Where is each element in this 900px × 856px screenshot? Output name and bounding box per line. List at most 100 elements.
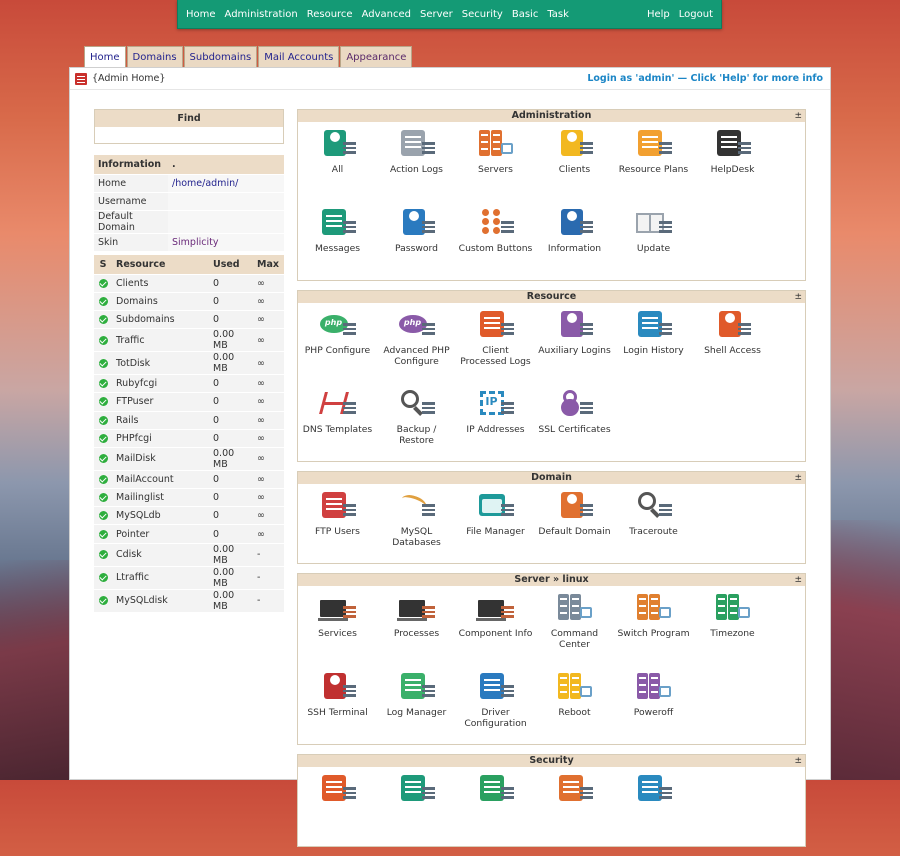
collapse-toggle-icon[interactable]: ± (794, 574, 802, 586)
resource-used: 0.00 MB (209, 543, 253, 567)
item-label: Component Info (458, 628, 533, 639)
item-services[interactable]: Services (298, 586, 377, 665)
item-information[interactable]: Information (535, 201, 614, 280)
resource-row: MailDisk 0.00 MB ∞ (94, 447, 284, 471)
resource-used: 0 (209, 374, 253, 394)
item-backup-restore[interactable]: Backup / Restore (377, 382, 456, 461)
item-auxiliary-logins[interactable]: Auxiliary Logins (535, 303, 614, 382)
item-security-2[interactable] (377, 767, 456, 846)
resource-row: Domains 0 ∞ (94, 292, 284, 311)
item-reboot[interactable]: Reboot (535, 665, 614, 744)
section-header: Domain ± (298, 472, 805, 484)
item-all-users[interactable]: All (298, 122, 377, 201)
item-processes[interactable]: Processes (377, 586, 456, 665)
item-ip-addresses[interactable]: IP IP Addresses (456, 382, 535, 461)
resource-max: - (253, 543, 284, 567)
nav-help[interactable]: Help (647, 9, 670, 20)
item-log-manager[interactable]: Log Manager (377, 665, 456, 744)
resource-max: ∞ (253, 310, 284, 330)
collapse-toggle-icon[interactable]: ± (794, 110, 802, 122)
info-row: Skin Simplicity (94, 233, 284, 253)
section-header: Resource ± (298, 291, 805, 303)
nav-home[interactable]: Home (186, 9, 216, 20)
reboot-icon (555, 671, 595, 705)
nav-resource[interactable]: Resource (307, 9, 353, 20)
nav-basic[interactable]: Basic (512, 9, 538, 20)
item-servers[interactable]: Servers (456, 122, 535, 201)
item-poweroff[interactable]: Poweroff (614, 665, 693, 744)
section-icon-grid: Services Processes Component Info Command C… (298, 586, 805, 744)
item-file-manager[interactable]: File Manager (456, 484, 535, 563)
collapse-toggle-icon[interactable]: ± (794, 291, 802, 303)
nav-advanced[interactable]: Advanced (362, 9, 411, 20)
collapse-toggle-icon[interactable]: ± (794, 472, 802, 484)
item-client-logs[interactable]: Client Processed Logs (456, 303, 535, 382)
item-password[interactable]: Password (377, 201, 456, 280)
resource-name: Traffic (112, 328, 209, 353)
dns-templates-icon (318, 388, 358, 422)
item-dns-templates[interactable]: DNS Templates (298, 382, 377, 461)
tab-appearance[interactable]: Appearance (340, 46, 413, 68)
find-area[interactable] (95, 127, 283, 143)
nav-security[interactable]: Security (462, 9, 503, 20)
item-security-5[interactable] (614, 767, 693, 846)
item-ssl-certificates[interactable]: SSL Certificates (535, 382, 614, 461)
item-shell-access[interactable]: Shell Access (693, 303, 772, 382)
info-value (168, 210, 284, 234)
item-login-history[interactable]: Login History (614, 303, 693, 382)
tab-subdomains[interactable]: Subdomains (183, 46, 258, 68)
shell-access-icon (713, 309, 753, 343)
item-timezone[interactable]: Timezone (693, 586, 772, 665)
resource-used: 0 (209, 429, 253, 448)
item-resource-plans[interactable]: Resource Plans (614, 122, 693, 201)
nav-administration[interactable]: Administration (225, 9, 298, 20)
tab-home[interactable]: Home (84, 46, 126, 68)
item-switch-program[interactable]: Switch Program (614, 586, 693, 665)
resource-row: MySQLdb 0 ∞ (94, 506, 284, 526)
resource-max: ∞ (253, 488, 284, 508)
resource-used: 0 (209, 470, 253, 490)
item-action-logs[interactable]: Action Logs (377, 122, 456, 201)
info-value[interactable]: Simplicity (168, 233, 284, 253)
item-advanced-php[interactable]: php Advanced PHP Configure (377, 303, 456, 382)
item-security-1[interactable] (298, 767, 377, 846)
security-5-icon (634, 773, 674, 807)
item-traceroute[interactable]: Traceroute (614, 484, 693, 563)
nav-logout[interactable]: Logout (679, 9, 713, 20)
section-server-linux: Server » linux ± Services Processes Componen… (297, 573, 806, 745)
ssh-terminal-icon (318, 671, 358, 705)
tab-domains[interactable]: Domains (126, 46, 183, 68)
traceroute-icon (634, 490, 674, 524)
item-ssh-terminal[interactable]: SSH Terminal (298, 665, 377, 744)
login-info-link[interactable]: Login as 'admin' — Click 'Help' for more… (587, 73, 823, 84)
resource-max: ∞ (253, 470, 284, 490)
item-custom-buttons[interactable]: Custom Buttons (456, 201, 535, 280)
item-php-configure[interactable]: php PHP Configure (298, 303, 377, 382)
nav-task[interactable]: Task (547, 9, 569, 20)
panel-header: {Admin Home} Login as 'admin' — Click 'H… (70, 68, 830, 90)
item-command-center[interactable]: Command Center (535, 586, 614, 665)
resource-name: Rubyfcgi (112, 374, 209, 394)
item-ftp-users[interactable]: FTP Users (298, 484, 377, 563)
item-default-domain[interactable]: Default Domain (535, 484, 614, 563)
item-security-4[interactable] (535, 767, 614, 846)
resource-max: ∞ (253, 447, 284, 471)
item-component-info[interactable]: Component Info (456, 586, 535, 665)
tab-mail-accounts[interactable]: Mail Accounts (258, 46, 340, 68)
item-mysql-databases[interactable]: MySQL Databases (377, 484, 456, 563)
item-helpdesk[interactable]: HelpDesk (693, 122, 772, 201)
item-messages[interactable]: Messages (298, 201, 377, 280)
section-header: Server » linux ± (298, 574, 805, 586)
item-clients[interactable]: Clients (535, 122, 614, 201)
resource-table: S Resource Used Max Clients 0 ∞ Domains 0 ∞ Subdo… (94, 255, 284, 613)
item-security-3[interactable] (456, 767, 535, 846)
item-driver-configuration[interactable]: Driver Configuration (456, 665, 535, 744)
nav-server[interactable]: Server (420, 9, 453, 20)
item-label: Switch Program (617, 628, 690, 639)
item-update[interactable]: Update (614, 201, 693, 280)
resource-row: Rubyfcgi 0 ∞ (94, 374, 284, 394)
collapse-toggle-icon[interactable]: ± (794, 755, 802, 767)
resource-name: Domains (112, 292, 209, 311)
info-value[interactable]: /home/admin/ (168, 174, 284, 193)
resource-name: MailAccount (112, 470, 209, 490)
